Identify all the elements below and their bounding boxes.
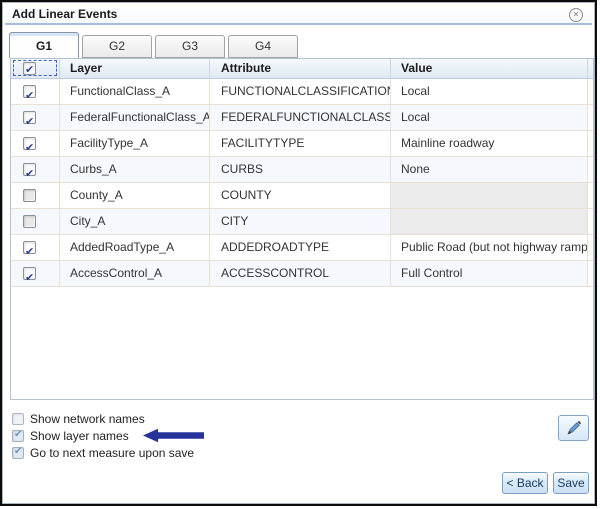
options-group: Show network names Show layer names Go t… xyxy=(12,410,207,461)
value-cell: Local xyxy=(391,79,588,104)
row-checkbox[interactable] xyxy=(23,137,36,150)
row-checkbox-cell xyxy=(11,157,60,182)
select-all-checkbox[interactable] xyxy=(23,62,36,75)
column-header-value[interactable]: Value xyxy=(391,59,588,78)
attribute-cell: FACILITYTYPE xyxy=(210,131,391,156)
attribute-cell: ACCESSCONTROL xyxy=(210,261,391,286)
option-label: Show layer names xyxy=(30,429,129,443)
layer-cell: County_A xyxy=(60,183,210,208)
row-filler xyxy=(588,131,593,156)
tab-strip: G1 G2 G3 G4 xyxy=(9,32,298,58)
pencil-icon xyxy=(566,420,582,436)
title-bar: Add Linear Events ✕ xyxy=(5,5,592,25)
row-filler xyxy=(588,235,593,260)
attribute-cell: CURBS xyxy=(210,157,391,182)
table-header-row: Layer Attribute Value xyxy=(11,59,593,79)
layer-cell: Curbs_A xyxy=(60,157,210,182)
value-cell: Full Control xyxy=(391,261,588,286)
value-cell: Mainline roadway xyxy=(391,131,588,156)
table-body: FunctionalClass_A FUNCTIONALCLASSIFICATI… xyxy=(11,79,593,287)
dialog-window: Add Linear Events ✕ G1 G2 G3 G4 Layer Attri… xyxy=(0,0,597,506)
attribute-cell: FEDERALFUNCTIONALCLASS xyxy=(210,105,391,130)
option-checkbox[interactable] xyxy=(12,413,24,425)
attribute-cell: COUNTY xyxy=(210,183,391,208)
row-checkbox[interactable] xyxy=(23,215,36,228)
tab-g1[interactable]: G1 xyxy=(9,32,79,58)
attribute-cell: CITY xyxy=(210,209,391,234)
value-cell: Public Road (but not highway ramp) xyxy=(391,235,588,260)
attribute-cell: ADDEDROADTYPE xyxy=(210,235,391,260)
row-checkbox-cell xyxy=(11,183,60,208)
events-table: Layer Attribute Value FunctionalClass_A … xyxy=(10,58,594,400)
edit-button[interactable] xyxy=(558,415,589,441)
value-cell: None xyxy=(391,157,588,182)
row-filler xyxy=(588,79,593,104)
column-header-attribute[interactable]: Attribute xyxy=(210,59,391,78)
option-checkbox[interactable] xyxy=(12,447,24,459)
row-checkbox-cell xyxy=(11,209,60,234)
back-button[interactable]: < Back xyxy=(502,472,548,494)
row-filler xyxy=(588,183,593,208)
row-checkbox[interactable] xyxy=(23,267,36,280)
dialog-title: Add Linear Events xyxy=(12,7,117,21)
row-checkbox[interactable] xyxy=(23,241,36,254)
layer-cell: FacilityType_A xyxy=(60,131,210,156)
option-row[interactable]: Show network names xyxy=(12,410,207,427)
value-cell: Local xyxy=(391,105,588,130)
table-row[interactable]: AccessControl_A ACCESSCONTROL Full Contr… xyxy=(11,261,593,287)
row-filler xyxy=(588,105,593,130)
option-label: Show network names xyxy=(30,412,145,426)
column-header-layer[interactable]: Layer xyxy=(60,59,210,78)
tab-g2[interactable]: G2 xyxy=(82,35,152,58)
attribute-cell: FUNCTIONALCLASSIFICATION xyxy=(210,79,391,104)
option-label: Go to next measure upon save xyxy=(30,446,194,460)
table-row[interactable]: AddedRoadType_A ADDEDROADTYPE Public Roa… xyxy=(11,235,593,261)
row-checkbox-cell xyxy=(11,131,60,156)
left-arrow-icon xyxy=(143,428,207,443)
select-all-cell xyxy=(11,59,60,78)
table-row[interactable]: FunctionalClass_A FUNCTIONALCLASSIFICATI… xyxy=(11,79,593,105)
table-row[interactable]: City_A CITY xyxy=(11,209,593,235)
row-checkbox-cell xyxy=(11,235,60,260)
row-filler xyxy=(588,209,593,234)
layer-cell: City_A xyxy=(60,209,210,234)
table-row[interactable]: Curbs_A CURBS None xyxy=(11,157,593,183)
tab-label: G1 xyxy=(36,39,52,53)
row-checkbox[interactable] xyxy=(23,189,36,202)
column-header-filler xyxy=(588,59,593,78)
row-filler xyxy=(588,157,593,182)
save-button[interactable]: Save xyxy=(553,472,589,494)
row-checkbox[interactable] xyxy=(23,85,36,98)
table-row[interactable]: County_A COUNTY xyxy=(11,183,593,209)
layer-cell: AccessControl_A xyxy=(60,261,210,286)
row-checkbox-cell xyxy=(11,105,60,130)
tab-label: G4 xyxy=(255,39,271,53)
layer-cell: AddedRoadType_A xyxy=(60,235,210,260)
row-checkbox-cell xyxy=(11,79,60,104)
close-icon[interactable]: ✕ xyxy=(569,8,583,22)
table-row[interactable]: FacilityType_A FACILITYTYPE Mainline roa… xyxy=(11,131,593,157)
tab-g4[interactable]: G4 xyxy=(228,35,298,58)
row-checkbox[interactable] xyxy=(23,163,36,176)
tab-label: G3 xyxy=(182,39,198,53)
layer-cell: FunctionalClass_A xyxy=(60,79,210,104)
table-row[interactable]: FederalFunctionalClass_A FEDERALFUNCTION… xyxy=(11,105,593,131)
tab-g3[interactable]: G3 xyxy=(155,35,225,58)
row-checkbox[interactable] xyxy=(23,111,36,124)
row-checkbox-cell xyxy=(11,261,60,286)
tab-label: G2 xyxy=(109,39,125,53)
row-filler xyxy=(588,261,593,286)
layer-cell: FederalFunctionalClass_A xyxy=(60,105,210,130)
option-row[interactable]: Show layer names xyxy=(12,427,207,444)
value-cell xyxy=(391,209,588,234)
value-cell xyxy=(391,183,588,208)
option-row[interactable]: Go to next measure upon save xyxy=(12,444,207,461)
option-checkbox[interactable] xyxy=(12,430,24,442)
